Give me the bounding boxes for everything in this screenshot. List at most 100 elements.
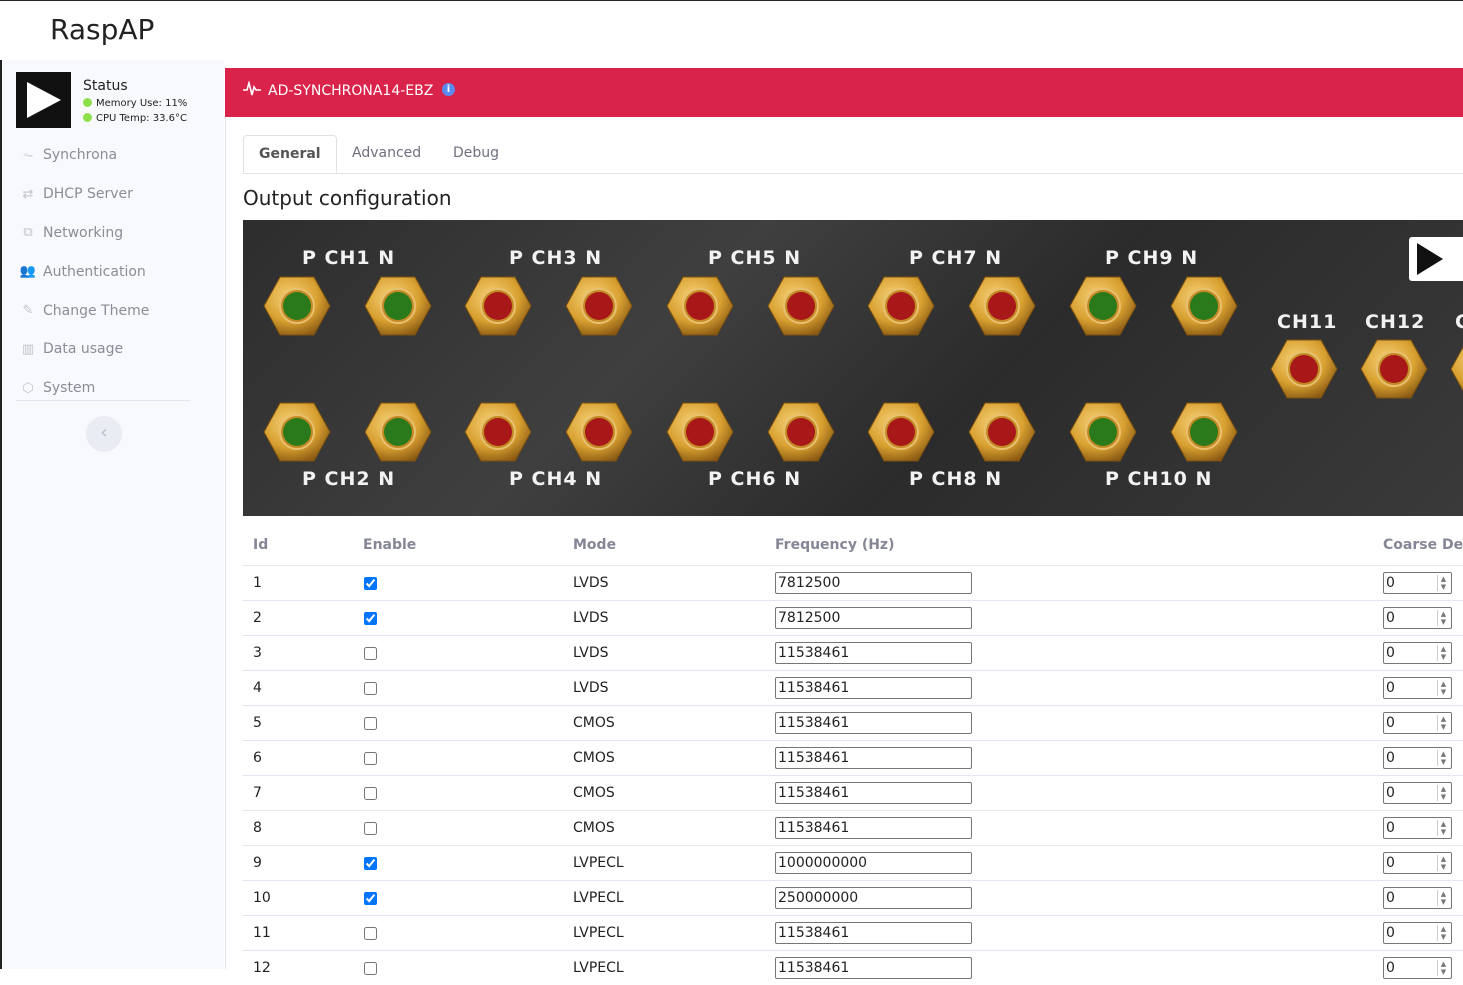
spinner-arrows-icon[interactable]: ▲▼: [1437, 610, 1449, 626]
coarse-delay-stepper[interactable]: 0▲▼: [1383, 782, 1452, 804]
frequency-input[interactable]: [775, 852, 972, 874]
coarse-delay-stepper[interactable]: 0▲▼: [1383, 922, 1452, 944]
coarse-delay-stepper[interactable]: 0▲▼: [1383, 817, 1452, 839]
frequency-input[interactable]: [775, 887, 972, 909]
status-dot-icon: [83, 113, 92, 122]
raspap-logo[interactable]: [16, 72, 71, 128]
spinner-arrows-icon[interactable]: ▲▼: [1437, 890, 1449, 906]
spinner-arrows-icon[interactable]: ▲▼: [1437, 855, 1449, 871]
enable-cell: [353, 951, 563, 985]
exchange-icon: ⇄: [18, 187, 38, 202]
column-header-enable: Enable: [353, 525, 563, 566]
output-mode: LVPECL: [563, 951, 765, 985]
tab-advanced[interactable]: Advanced: [337, 135, 436, 172]
frequency-input[interactable]: [775, 572, 972, 594]
frequency-input[interactable]: [775, 712, 972, 734]
coarse-delay-value: 0: [1386, 890, 1395, 906]
enable-checkbox[interactable]: [364, 927, 377, 940]
board-separator: [243, 516, 1463, 522]
tab-general[interactable]: General: [243, 135, 337, 173]
spinner-arrows-icon[interactable]: ▲▼: [1437, 785, 1449, 801]
enable-checkbox[interactable]: [364, 612, 377, 625]
table-row: 11LVPECL0▲▼: [243, 916, 1463, 951]
brand-title[interactable]: RaspAP: [50, 13, 154, 46]
coarse-delay-stepper[interactable]: 0▲▼: [1383, 607, 1452, 629]
sidebar-item-dhcp-server[interactable]: ⇄DHCP Server: [16, 175, 190, 214]
enable-checkbox[interactable]: [364, 752, 377, 765]
sidebar: Status Memory Use: 11% CPU Temp: 33.6°C …: [0, 60, 224, 969]
frequency-input[interactable]: [775, 607, 972, 629]
frequency-input[interactable]: [775, 747, 972, 769]
output-id: 6: [243, 741, 353, 776]
connector-top-7: [867, 275, 935, 337]
coarse-delay-stepper[interactable]: 0 ▲▼: [1383, 642, 1452, 664]
frequency-cell: [765, 741, 1373, 776]
enable-cell: [353, 846, 563, 881]
spinner-arrows-icon[interactable]: ▲▼: [1437, 820, 1449, 836]
spinner-arrows-icon[interactable]: ▲▼: [1437, 645, 1449, 661]
table-header-row: Id Enable Mode Frequency (Hz) Coarse De: [243, 525, 1463, 566]
coarse-delay-value: 0: [1386, 645, 1395, 661]
enable-checkbox[interactable]: [364, 577, 377, 590]
status-title: Status: [83, 78, 128, 94]
spinner-arrows-icon[interactable]: ▲▼: [1437, 715, 1449, 731]
sidebar-item-networking[interactable]: ⧉Networking: [16, 214, 190, 253]
frequency-input[interactable]: [775, 642, 972, 664]
network-icon: ⧉: [18, 225, 38, 240]
coarse-delay-stepper[interactable]: 0▲▼: [1383, 677, 1452, 699]
coarse-delay-stepper[interactable]: 0▲▼: [1383, 957, 1452, 979]
enable-checkbox[interactable]: [364, 892, 377, 905]
output-mode: LVDS: [563, 636, 765, 671]
output-mode: LVDS: [563, 601, 765, 636]
frequency-input[interactable]: [775, 677, 972, 699]
coarse-delay-stepper[interactable]: 0▲▼: [1383, 747, 1452, 769]
spinner-arrows-icon[interactable]: ▲▼: [1437, 680, 1449, 696]
enable-checkbox[interactable]: [364, 962, 377, 975]
frequency-input[interactable]: [775, 957, 972, 979]
frequency-input[interactable]: [775, 782, 972, 804]
status-panel: Status Memory Use: 11% CPU Temp: 33.6°C: [16, 72, 196, 132]
sidebar-item-label: Synchrona: [43, 147, 117, 163]
enable-checkbox[interactable]: [364, 787, 377, 800]
connector-top-5: [666, 275, 734, 337]
frequency-input[interactable]: [775, 817, 972, 839]
enable-checkbox[interactable]: [364, 647, 377, 660]
connector-top-4: [565, 275, 633, 337]
output-mode: CMOS: [563, 741, 765, 776]
column-header-coarse-delay: Coarse De: [1373, 525, 1463, 566]
coarse-delay-stepper[interactable]: 0▲▼: [1383, 572, 1452, 594]
coarse-delay-cell: 0▲▼: [1373, 671, 1463, 706]
connector-bottom-8: [968, 401, 1036, 463]
enable-checkbox[interactable]: [364, 822, 377, 835]
connector-bottom-5: [666, 401, 734, 463]
spinner-arrows-icon[interactable]: ▲▼: [1437, 960, 1449, 976]
connector-bottom-3: [464, 401, 532, 463]
coarse-delay-cell: 0▲▼: [1373, 566, 1463, 601]
frequency-cell: [765, 776, 1373, 811]
spinner-arrows-icon[interactable]: ▲▼: [1437, 925, 1449, 941]
enable-checkbox[interactable]: [364, 717, 377, 730]
card-border: [225, 117, 226, 969]
sidebar-item-system[interactable]: ⬡System: [16, 369, 190, 408]
spinner-arrows-icon[interactable]: ▲▼: [1437, 575, 1449, 591]
coarse-delay-stepper[interactable]: 0▲▼: [1383, 852, 1452, 874]
sidebar-item-change-theme[interactable]: ✎Change Theme: [16, 291, 190, 330]
sidebar-nav: ⏦ Synchrona ⇄DHCP Server ⧉Networking 👥Aut…: [16, 136, 190, 408]
sidebar-collapse-button[interactable]: ‹: [86, 416, 122, 452]
coarse-delay-stepper[interactable]: 0▲▼: [1383, 712, 1452, 734]
enable-checkbox[interactable]: [364, 682, 377, 695]
coarse-delay-cell: 0▲▼: [1373, 741, 1463, 776]
sidebar-item-synchrona[interactable]: ⏦ Synchrona: [16, 136, 190, 175]
enable-checkbox[interactable]: [364, 857, 377, 870]
enable-cell: [353, 601, 563, 636]
spinner-arrows-icon[interactable]: ▲▼: [1437, 750, 1449, 766]
sidebar-item-data-usage[interactable]: ▥Data usage: [16, 330, 190, 369]
pulse-icon: ⏦: [18, 148, 38, 163]
sidebar-item-authentication[interactable]: 👥Authentication: [16, 252, 190, 291]
enable-cell: [353, 776, 563, 811]
frequency-cell: [765, 601, 1373, 636]
info-icon[interactable]: i: [442, 83, 455, 96]
coarse-delay-stepper[interactable]: 0 ▲▼: [1383, 887, 1452, 909]
frequency-input[interactable]: [775, 922, 972, 944]
tab-debug[interactable]: Debug: [438, 135, 514, 172]
